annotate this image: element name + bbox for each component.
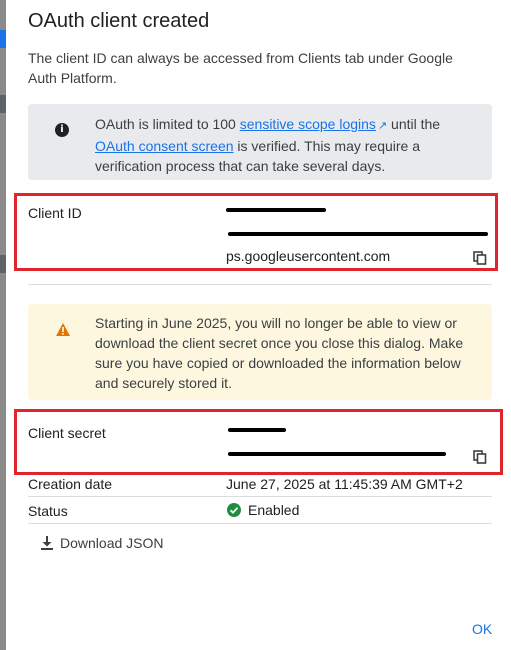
external-link-icon[interactable]: ↗	[378, 120, 387, 132]
status-label: Status	[28, 503, 68, 519]
download-icon	[41, 536, 53, 550]
check-circle-icon	[227, 503, 241, 517]
info-banner-text: OAuth is limited to 100 sensitive scope …	[95, 114, 480, 176]
sensitive-scope-logins-link[interactable]: sensitive scope logins	[240, 116, 376, 132]
client-id-highlight	[14, 193, 498, 271]
warning-banner: Starting in June 2025, you will no longe…	[28, 304, 492, 400]
oauth-client-created-dialog: OAuth client created The client ID can a…	[6, 0, 511, 650]
client-secret-highlight	[14, 409, 503, 475]
warning-text: Starting in June 2025, you will no longe…	[95, 315, 464, 391]
dialog-subtitle: The client ID can always be accessed fro…	[28, 50, 453, 86]
divider	[28, 496, 492, 497]
dialog-title: OAuth client created	[28, 10, 210, 32]
info-banner: i OAuth is limited to 100 sensitive scop…	[28, 104, 492, 180]
info-icon: i	[55, 123, 69, 137]
divider	[28, 284, 492, 285]
oauth-consent-screen-link[interactable]: OAuth consent screen	[95, 138, 234, 154]
ok-button[interactable]: OK	[472, 621, 492, 637]
creation-date-value: June 27, 2025 at 11:45:39 AM GMT+2	[226, 476, 463, 492]
creation-date-label: Creation date	[28, 476, 113, 492]
divider	[28, 523, 492, 524]
download-json-button[interactable]: Download JSON	[40, 535, 164, 551]
warning-icon	[56, 323, 70, 336]
status-value: Enabled	[248, 502, 300, 518]
info-text-start: OAuth is limited to 100	[95, 116, 240, 132]
info-text-middle: until the	[387, 116, 441, 132]
download-json-label: Download JSON	[60, 535, 164, 551]
